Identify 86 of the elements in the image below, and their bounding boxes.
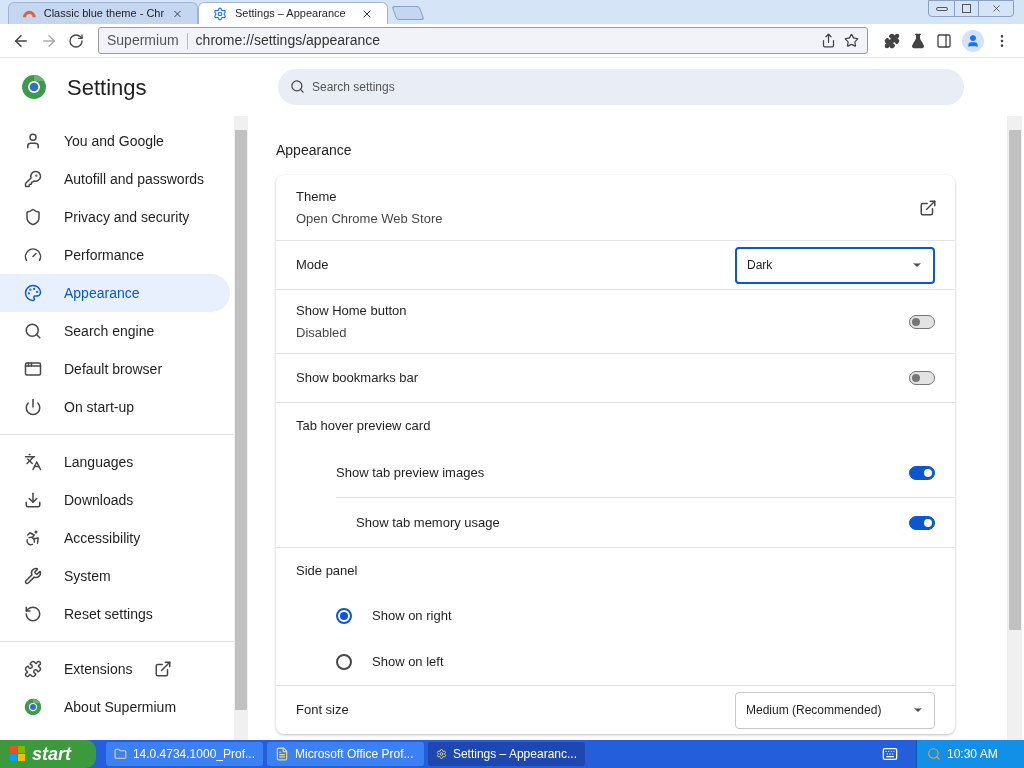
accessibility-icon (24, 529, 42, 547)
folder-icon (114, 747, 127, 761)
flask-icon[interactable] (910, 32, 926, 49)
sidebar-item[interactable]: System (0, 557, 230, 595)
key-icon (24, 170, 42, 188)
dropdown[interactable]: Dark (735, 246, 935, 284)
gear-icon (436, 747, 447, 761)
taskbar-button[interactable]: Settings – Appearanc... (428, 742, 585, 766)
profile-avatar[interactable] (962, 29, 984, 52)
row-label: Theme (296, 188, 338, 206)
taskbar-button[interactable]: Microsoft Office Prof... (267, 742, 424, 766)
address-bar[interactable]: Supermium chrome://settings/appearance (98, 27, 868, 54)
search-field[interactable]: Search settings (278, 69, 964, 105)
row-label: Show bookmarks bar (296, 369, 419, 388)
gauge-icon (24, 246, 42, 264)
windows-logo-icon (10, 746, 26, 762)
toggle-switch[interactable] (909, 371, 935, 385)
browser-tab[interactable]: Classic blue theme - Chr (8, 2, 198, 24)
person-icon (24, 132, 42, 150)
row-label: Show Home button (296, 302, 407, 320)
page-title: Settings (67, 73, 147, 102)
download-icon (24, 491, 42, 509)
radio-button[interactable] (336, 608, 352, 624)
rainbow-icon (23, 9, 36, 18)
sidebar-item[interactable]: Extensions (0, 650, 230, 688)
external-link-icon[interactable] (919, 198, 937, 217)
radio-label: Show on left (372, 653, 444, 672)
wrench-icon (24, 567, 42, 585)
row-label: Show tab memory usage (356, 513, 500, 532)
gear-icon (213, 6, 227, 21)
tab-title: Classic blue theme - Chr (43, 6, 165, 22)
search-icon (24, 322, 42, 340)
power-icon (24, 398, 42, 416)
row-sublabel: Open Chrome Web Store (296, 209, 443, 228)
share-icon[interactable] (821, 33, 836, 48)
radio-label: Show on right (372, 607, 452, 626)
site-label: Supermium (107, 31, 179, 50)
toggle-switch[interactable] (909, 465, 935, 480)
sidebar-item[interactable]: Reset settings (0, 595, 230, 633)
sidebar-item[interactable]: Appearance (0, 274, 230, 312)
reset-icon (24, 605, 42, 623)
taskbar-button[interactable]: 14.0.4734.1000_Prof... (106, 742, 263, 766)
document-icon (275, 747, 289, 761)
row-label: Mode (296, 256, 329, 275)
translate-icon (24, 453, 42, 471)
section-title: Appearance (276, 141, 353, 160)
sidebar-item[interactable]: Default browser (0, 350, 230, 388)
sidebar-item[interactable]: Autofill and passwords (0, 160, 230, 198)
clock: 10:30 AM (947, 746, 998, 763)
sidebar-item[interactable]: Performance (0, 236, 230, 274)
sidebar-item[interactable]: About Supermium (0, 688, 230, 726)
sidebar-item[interactable]: Downloads (0, 481, 230, 519)
browser-tab[interactable]: Settings – Appearance (198, 2, 388, 24)
toggle-switch[interactable] (909, 515, 935, 530)
row-label: Show tab preview images (336, 463, 485, 482)
sidebar-item[interactable]: Search engine (0, 312, 230, 350)
search-icon (290, 79, 305, 94)
row-sublabel: Disabled (296, 323, 348, 342)
radio-button[interactable] (336, 654, 352, 670)
sidebar-item[interactable]: Accessibility (0, 519, 230, 557)
sidebar-item[interactable]: Languages (0, 443, 230, 481)
sidebar-item[interactable]: Privacy and security (0, 198, 230, 236)
toggle-switch[interactable] (909, 314, 935, 329)
browser-logo-icon (21, 74, 47, 100)
group-label: Tab hover preview card (296, 416, 431, 435)
group-label: Side panel (296, 561, 358, 580)
puzzle-icon[interactable] (884, 32, 900, 49)
scrollbar[interactable] (234, 116, 248, 740)
url-text: chrome://settings/appearance (195, 31, 382, 50)
shield-icon (24, 208, 42, 226)
tab-title: Settings – Appearance (235, 6, 347, 22)
side-panel-icon[interactable] (936, 32, 952, 49)
sidebar-item[interactable]: You and Google (0, 122, 230, 160)
dropdown[interactable]: Medium (Recommended) (735, 691, 935, 729)
browser-logo-icon (24, 698, 42, 716)
palette-icon (24, 284, 42, 302)
reload-icon[interactable] (68, 32, 84, 49)
puzzle-icon (24, 660, 42, 678)
keyboard-icon (882, 746, 898, 762)
row-label: Font size (296, 701, 349, 720)
star-icon[interactable] (844, 33, 859, 48)
start-button[interactable]: start (0, 740, 96, 768)
magnifier-icon (927, 747, 941, 761)
sidebar-item[interactable]: On start-up (0, 388, 230, 426)
scrollbar[interactable] (1007, 116, 1022, 740)
window-icon (24, 360, 42, 378)
